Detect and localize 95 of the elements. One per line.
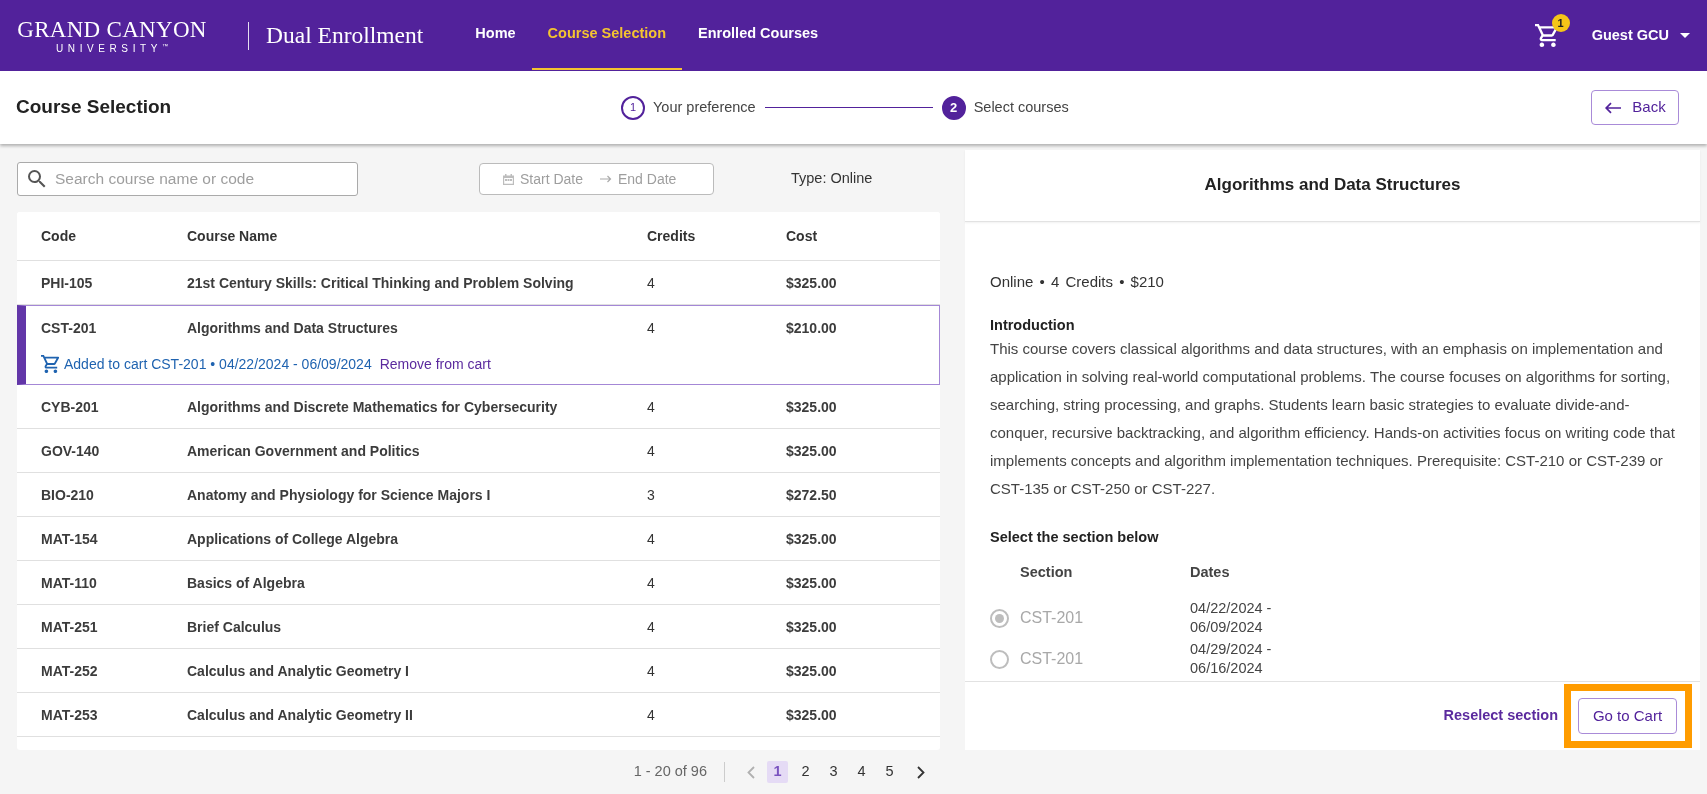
table-row[interactable]: CST-201 Algorithms and Data Structures 4 $210.00 Added to cart CST-201 • 04/22/2024 - 06/09/2024 Remove from cart (17, 305, 940, 385)
course-credits: 4 (647, 529, 656, 549)
chevron-left-icon (747, 765, 755, 779)
course-credits: 4 (647, 705, 656, 725)
course-credits: 4 (647, 441, 656, 461)
section-dates: 04/29/2024 - 06/16/2024 (1190, 640, 1273, 678)
section-heading: Introduction (990, 316, 1076, 335)
nav-tab[interactable]: Home (459, 0, 532, 70)
arrow-left-icon (1604, 101, 1623, 114)
chevron-right-icon (917, 765, 925, 779)
course-code: MAT-110 (41, 573, 98, 593)
course-credits: 4 (647, 397, 656, 417)
course-code: MAT-154 (41, 529, 99, 549)
course-code: GOV-140 (41, 441, 101, 461)
course-code: MAT-252 (41, 661, 99, 681)
column-header: Code (41, 226, 77, 246)
column-header: Dates (1190, 563, 1231, 582)
course-code: BIO-210 (41, 485, 95, 505)
next-page-button[interactable] (917, 765, 925, 779)
app-title: Dual Enrollment (266, 20, 424, 50)
course-cost: $325.00 (786, 529, 838, 549)
remove-from-cart-link[interactable]: Remove from cart (379, 353, 491, 375)
course-name: Algorithms and Data Structures (187, 319, 399, 338)
course-name: Applications of College Algebra (187, 529, 400, 549)
course-name: Brief Calculus (187, 617, 283, 637)
page-button[interactable]: 2 (795, 761, 816, 783)
end-date-input[interactable]: End Date (618, 168, 688, 190)
course-code: PHI-105 (41, 273, 94, 293)
page-button[interactable]: 4 (851, 761, 872, 783)
course-code: MAT-251 (41, 617, 99, 637)
course-code: CST-201 (41, 319, 98, 338)
back-button[interactable]: Back (1591, 90, 1679, 125)
course-cost: $325.00 (786, 441, 838, 461)
course-cost: $325.00 (786, 273, 838, 293)
course-credits: 4 (647, 573, 656, 593)
course-detail-title: Algorithms and Data Structures (1204, 175, 1461, 196)
cart-count-badge: 1 (1551, 14, 1570, 32)
nav-tab[interactable]: Enrolled Courses (682, 0, 835, 70)
start-date-input[interactable]: Start Date (520, 168, 594, 190)
logo-subtitle: UNIVERSITY$^{™}$ (56, 43, 168, 54)
course-name: 21st Century Skills: Critical Thinking and Problem Solving (187, 273, 575, 293)
page-button[interactable]: 5 (879, 761, 900, 783)
step-number: 2 (941, 95, 966, 120)
user-menu-button[interactable]: Guest GCU (1591, 24, 1690, 47)
course-description: This course covers classical algorithms and data structures, with an emphasis on implementation and application in solving real-world computational problems. The course focuses on algorithms for sorting, searching, string processing, and graphs. Students learn basic strategies to evaluate divide-and-conquer, recursive backtracking, and algorithm efficiency. Hands-on activities focus on writing code that implements concepts and algorithm implementation techniques. Prerequisite: CST-210 or CST-239 or CST-135 or CST-250 or CST-227. (990, 339, 1675, 499)
course-name: American Government and Politics (187, 441, 421, 461)
course-credits: 4 (647, 617, 656, 637)
course-cost: $325.00 (786, 397, 838, 417)
column-header: Section (1020, 563, 1074, 582)
course-cost: $325.00 (786, 617, 838, 637)
go-to-cart-button[interactable]: Go to Cart (1578, 698, 1677, 734)
page-button[interactable]: 1 (767, 761, 788, 783)
date-range-field[interactable]: Start Date End Date (479, 163, 714, 195)
section-dates: 04/22/2024 - 06/09/2024 (1190, 599, 1273, 637)
step-number: 1 (621, 95, 645, 120)
course-name: Anatomy and Physiology for Science Majors I (187, 485, 492, 505)
search-icon (28, 170, 46, 188)
calendar-icon (503, 173, 514, 185)
cart-button[interactable] (1534, 24, 1558, 47)
course-name: Algorithms and Discrete Mathematics for Cybersecurity (187, 397, 559, 417)
course-cost: $272.50 (786, 485, 838, 505)
page-range-text: 1 - 20 of 96 (633, 762, 707, 782)
course-cost: $325.00 (786, 661, 838, 681)
course-credits: 3 (647, 485, 656, 505)
course-meta: Online • 4 Credits • $210 (990, 272, 1165, 292)
course-cost: $325.00 (786, 705, 838, 725)
course-name: Basics of Algebra (187, 573, 306, 593)
course-credits: 4 (647, 273, 656, 293)
course-code: MAT-253 (41, 705, 99, 725)
course-name: Calculus and Analytic Geometry I (187, 661, 410, 681)
course-cost: $210.00 (786, 319, 838, 338)
cart-status-text: Added to cart CST-201 • 04/22/2024 - 06/09/2024 (64, 354, 372, 374)
logo-wordmark: GRAND CANYON (17, 17, 207, 41)
column-header: Credits (647, 226, 697, 246)
course-name: Calculus and Analytic Geometry II (187, 705, 414, 725)
page-title: Course Selection (16, 96, 173, 119)
reselect-section-link[interactable]: Reselect section (1443, 705, 1558, 727)
search-field[interactable]: Search course name or code (17, 162, 358, 196)
column-header: Cost (786, 226, 819, 246)
section-heading: Select the section below (990, 528, 1160, 547)
column-header: Course Name (187, 226, 279, 246)
step-label: Your preference (653, 97, 756, 117)
cart-icon (41, 355, 59, 373)
cart-icon (1534, 24, 1558, 47)
arrow-right-icon (600, 175, 612, 183)
type-filter-label: Type: Online (791, 169, 873, 189)
course-code: CYB-201 (41, 397, 100, 417)
course-cost: $325.00 (786, 573, 838, 593)
section-code: CST-201 (1020, 649, 1085, 669)
step-label: Select courses (973, 97, 1069, 117)
caret-icon (1680, 33, 1690, 38)
course-credits: 4 (647, 661, 656, 681)
page-button[interactable]: 3 (823, 761, 844, 783)
section-code: CST-201 (1020, 608, 1085, 628)
course-credits: 4 (647, 319, 656, 338)
